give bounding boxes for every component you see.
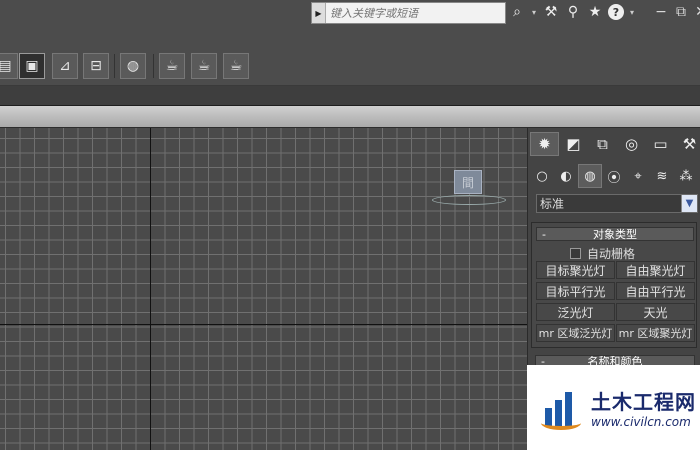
display-tab-icon[interactable]: ▭ xyxy=(646,132,675,156)
autogrid-label: 自动栅格 xyxy=(587,247,636,261)
close-icon[interactable]: ✕ xyxy=(695,4,700,20)
free-spot-button[interactable]: 自由聚光灯 xyxy=(616,261,695,279)
create-subtabs: ○ ◐ ◍ ⦿ ⌖ ≋ ⁂ xyxy=(530,164,698,188)
scene-explorer-button[interactable]: ▣ xyxy=(19,53,45,79)
utilities-tab-icon[interactable]: ⚒ xyxy=(675,132,700,156)
schematic-view-icon: ⊟ xyxy=(90,58,102,74)
object-type-rollout: - 对象类型 自动栅格 目标聚光灯 自由聚光灯 目标平行光 自由平行光 泛光灯 … xyxy=(531,222,697,348)
lights-subtab-icon[interactable]: ◍ xyxy=(578,164,602,188)
category-value: 标准 xyxy=(540,197,565,211)
rollout-title: 对象类型 xyxy=(593,228,637,241)
render-frame-icon: ▤ xyxy=(0,58,12,74)
hierarchy-tab-icon[interactable]: ⧉ xyxy=(588,132,617,156)
toolbar-separator xyxy=(153,54,154,78)
skylight-button[interactable]: 天光 xyxy=(616,303,695,321)
helpers-subtab-icon[interactable]: ⌖ xyxy=(626,164,650,188)
light-label: 間 xyxy=(461,175,474,190)
material-editor-button[interactable]: ◍ xyxy=(120,53,146,79)
toolbar-separator xyxy=(114,54,115,78)
material-editor-icon: ◍ xyxy=(126,58,140,74)
star-icon[interactable]: ★ xyxy=(586,3,604,21)
curve-editor-icon: ⊿ xyxy=(59,58,71,74)
rendered-frame-button[interactable]: ☕ xyxy=(191,53,217,79)
minimize-icon[interactable]: − xyxy=(655,4,667,20)
geometry-subtab-icon[interactable]: ○ xyxy=(530,164,554,188)
teapot-frame-icon: ☕ xyxy=(197,58,211,74)
toolbar-partial-button[interactable]: ▤ xyxy=(0,53,18,79)
ribbon-strip xyxy=(0,86,700,106)
command-panel-tabs: ✹ ◩ ⧉ ◎ ▭ ⚒ xyxy=(530,132,700,156)
light-ground-ring xyxy=(432,195,506,205)
search-input[interactable] xyxy=(326,4,496,22)
motion-tab-icon[interactable]: ◎ xyxy=(617,132,646,156)
wrench-icon[interactable]: ⚒ xyxy=(542,3,560,21)
title-bar: ▶ ⌕ ▾ ⚒ ⚲ ★ ? ▾ − ⧉ ✕ xyxy=(0,0,700,36)
light-category-dropdown[interactable]: 标准 ▼ xyxy=(536,194,698,213)
infocenter-search[interactable]: ▶ xyxy=(311,2,506,24)
watermark-name: 土木工程网 xyxy=(591,390,696,414)
free-direct-button[interactable]: 自由平行光 xyxy=(616,282,695,300)
perspective-viewport[interactable]: 間 xyxy=(0,128,527,450)
systems-subtab-icon[interactable]: ⁂ xyxy=(674,164,698,188)
collapse-icon[interactable]: - xyxy=(537,228,551,241)
mr-area-omni-button[interactable]: mr 区域泛光灯 xyxy=(536,324,615,342)
teapot-render-icon: ☕ xyxy=(229,58,243,74)
render-setup-button[interactable]: ☕ xyxy=(159,53,185,79)
help-icon[interactable]: ? xyxy=(608,4,624,20)
modify-tab-icon[interactable]: ◩ xyxy=(559,132,588,156)
autogrid-option[interactable]: 自动栅格 xyxy=(570,245,635,262)
curve-editor-button[interactable]: ⊿ xyxy=(52,53,78,79)
main-toolbar: ▤ ▣ ⊿ ⊟ ◍ ☕ ☕ ☕ xyxy=(0,36,700,86)
target-direct-button[interactable]: 目标平行光 xyxy=(536,282,615,300)
omni-button[interactable]: 泛光灯 xyxy=(536,303,615,321)
cameras-subtab-icon[interactable]: ⦿ xyxy=(602,164,626,188)
chevron-down-icon[interactable]: ▼ xyxy=(681,195,697,212)
mr-area-spot-button[interactable]: mr 区域聚光灯 xyxy=(616,324,695,342)
rollout-header[interactable]: - 对象类型 xyxy=(536,227,694,241)
watermark-logo: 土木工程网 www.civilcn.com xyxy=(527,365,700,450)
light-object-icon[interactable]: 間 xyxy=(454,170,482,194)
logo-mark-icon xyxy=(541,386,585,430)
spacewarps-subtab-icon[interactable]: ≋ xyxy=(650,164,674,188)
viewport-header-strip xyxy=(0,106,700,127)
scene-explorer-icon: ▣ xyxy=(25,58,39,74)
binoculars-icon[interactable]: ⌕ xyxy=(508,3,526,21)
help-dropdown-icon[interactable]: ▾ xyxy=(628,3,636,21)
window-controls: − ⧉ ✕ xyxy=(655,4,700,20)
search-expand-icon[interactable]: ▶ xyxy=(312,3,326,23)
teapot-icon: ☕ xyxy=(165,58,179,74)
infocenter-tools: ⌕ ▾ ⚒ ⚲ ★ ? ▾ xyxy=(508,3,636,21)
autogrid-checkbox[interactable] xyxy=(570,248,581,259)
satellite-icon[interactable]: ⚲ xyxy=(564,3,582,21)
target-spot-button[interactable]: 目标聚光灯 xyxy=(536,261,615,279)
search-dropdown-icon[interactable]: ▾ xyxy=(530,3,538,21)
render-production-button[interactable]: ☕ xyxy=(223,53,249,79)
schematic-view-button[interactable]: ⊟ xyxy=(83,53,109,79)
restore-icon[interactable]: ⧉ xyxy=(675,4,687,20)
create-tab-icon[interactable]: ✹ xyxy=(530,132,559,156)
watermark-url: www.civilcn.com xyxy=(591,415,691,429)
shapes-subtab-icon[interactable]: ◐ xyxy=(554,164,578,188)
